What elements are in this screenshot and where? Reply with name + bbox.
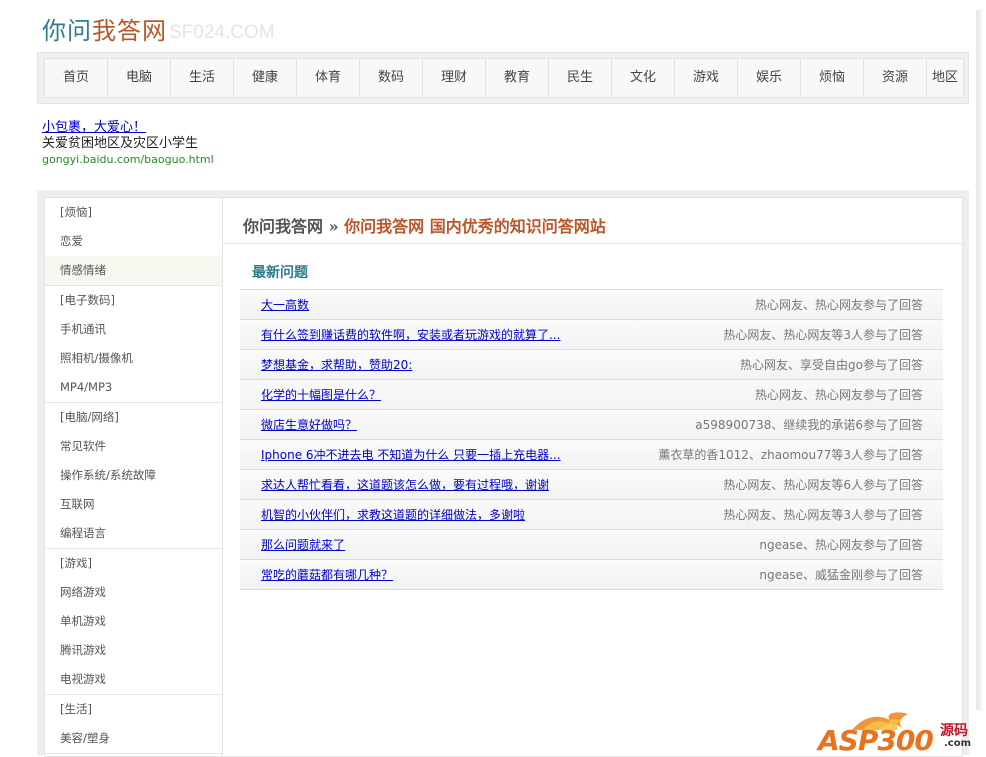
question-title-link[interactable]: 有什么签到赚话费的软件啊，安装或者玩游戏的就算了...: [261, 326, 560, 343]
ad-block: 小包裹，大爱心！ 关爱贫困地区及灾区小学生 gongyi.baidu.com/b…: [42, 120, 214, 168]
question-row: 那么问题就来了 ngease、热心网友参与了回答: [240, 530, 943, 560]
brand-domain-text: .com: [944, 738, 972, 749]
sidebar-group-heading[interactable]: [电脑/网络]: [45, 403, 222, 432]
nav-item[interactable]: 生活: [171, 59, 234, 97]
sidebar-group-heading[interactable]: [游戏]: [45, 549, 222, 578]
nav-item[interactable]: 健康: [234, 59, 297, 97]
nav-item[interactable]: 理财: [423, 59, 486, 97]
main-nav-wrapper: 首页 电脑 生活 健康 体育 数码 理财 教育 民生 文化 游戏 娱乐 烦恼 资源 地区: [37, 52, 969, 104]
nav-item[interactable]: 游戏: [675, 59, 738, 97]
logo-text-part2: 我答网: [92, 17, 167, 45]
ad-title-link[interactable]: 小包裹，大爱心！: [42, 120, 214, 136]
question-title-link[interactable]: 机智的小伙伴们，求教这道题的详细做法，多谢啦: [261, 506, 525, 523]
brand-main-text: ASP300: [818, 724, 934, 757]
question-meta: 热心网友、热心网友参与了回答: [754, 388, 923, 402]
sidebar-group-heading[interactable]: [生活]: [45, 695, 222, 724]
page-frame: 你问 我答网 SF024.COM 首页 电脑 生活 健康 体育 数码 理财 教育 民生 文化 游戏娱…: [0, 0, 986, 757]
question-title-link[interactable]: 微店生意好做吗？: [261, 416, 357, 433]
nav-item[interactable]: 地区: [927, 59, 963, 97]
question-meta: 热心网友、热心网友等3人参与了回答: [723, 328, 923, 342]
question-title-link[interactable]: 大一高数: [261, 296, 309, 313]
sidebar-item[interactable]: 互联网: [45, 490, 222, 519]
question-meta: 热心网友、享受自由go参与了回答: [740, 358, 923, 372]
breadcrumb-divider: [223, 243, 962, 244]
nav-item[interactable]: 文化: [612, 59, 675, 97]
question-row: 大一高数 热心网友、热心网友参与了回答: [240, 290, 943, 320]
sidebar-item[interactable]: 操作系统/系统故障: [45, 461, 222, 490]
question-title-link[interactable]: 梦想基金，求帮助，赞助20:: [261, 356, 412, 373]
frame-shadow: [976, 10, 982, 710]
nav-item[interactable]: 首页: [45, 59, 108, 97]
site-logo[interactable]: 你问 我答网 SF024.COM: [42, 12, 275, 46]
question-meta: ngease、威猛金刚参与了回答: [759, 568, 923, 582]
sidebar-item[interactable]: 美容/塑身: [45, 724, 222, 753]
sidebar-group: [游戏] 网络游戏 单机游戏 腾讯游戏 电视游戏: [45, 549, 222, 695]
breadcrumb-separator: »: [323, 217, 345, 236]
sidebar-group: [电脑/网络] 常见软件 操作系统/系统故障 互联网 编程语言: [45, 403, 222, 549]
content-panel: 你问我答网 » 你问我答网 国内优秀的知识问答网站 最新问题 大一高数热心网友、…: [223, 197, 963, 757]
ad-url[interactable]: gongyi.baidu.com/baoguo.html: [42, 152, 214, 168]
question-row: 机智的小伙伴们，求教这道题的详细做法，多谢啦 热心网友、热心网友等3人参与了回答: [240, 500, 943, 530]
sidebar-item[interactable]: 常见软件: [45, 432, 222, 461]
breadcrumb-current: 你问我答网 国内优秀的知识问答网站: [344, 217, 606, 236]
question-meta: 热心网友、热心网友等3人参与了回答: [723, 508, 923, 522]
question-title-link[interactable]: 那么问题就来了: [261, 536, 345, 553]
sidebar-item[interactable]: 照相机/摄像机: [45, 344, 222, 373]
main-container: [烦恼] 恋爱 情感情绪 [电子数码] 手机通讯 照相机/摄像机 MP4/MP3 [电脑/网络…: [37, 190, 969, 757]
question-meta: ngease、热心网友参与了回答: [759, 538, 923, 552]
sidebar-item[interactable]: MP4/MP3: [45, 373, 222, 402]
nav-item[interactable]: 资源: [864, 59, 927, 97]
question-row: Iphone 6冲不进去电 不知道为什么 只要一插上充电器... 薰衣草的香101…: [240, 440, 943, 470]
question-row: 化学的十幅图是什么？ 热心网友、热心网友参与了回答: [240, 380, 943, 410]
question-row: 有什么签到赚话费的软件啊，安装或者玩游戏的就算了... 热心网友、热心网友等3人参…: [240, 320, 943, 350]
question-row: 梦想基金，求帮助，赞助20: 热心网友、享受自由go参与了回答: [240, 350, 943, 380]
question-title-link[interactable]: Iphone 6冲不进去电 不知道为什么 只要一插上充电器...: [261, 446, 561, 463]
nav-item[interactable]: 民生: [549, 59, 612, 97]
question-list: 大一高数 热心网友、热心网友参与了回答 有什么签到赚话费的软件啊，安装或者玩游戏的就…: [240, 289, 943, 590]
question-row: 微店生意好做吗？ a598900738、继续我的承诺6参与了回答: [240, 410, 943, 440]
sidebar-item[interactable]: 腾讯游戏: [45, 636, 222, 665]
sidebar-item[interactable]: 网络游戏: [45, 578, 222, 607]
breadcrumb: 你问我答网 » 你问我答网 国内优秀的知识问答网站: [243, 213, 943, 237]
question-meta: a598900738、继续我的承诺6参与了回答: [695, 418, 923, 432]
sidebar-item[interactable]: 情感情绪: [45, 256, 222, 285]
question-meta: 薰衣草的香1012、zhaomou77等3人参与了回答: [658, 448, 923, 462]
sidebar-group-heading[interactable]: [电子数码]: [45, 286, 222, 315]
question-title-link[interactable]: 常吃的蘑菇都有哪几种？: [261, 566, 393, 583]
ad-description: 关爱贫困地区及灾区小学生: [42, 136, 199, 151]
nav-item[interactable]: 数码: [360, 59, 423, 97]
brand-side-text: 源码: [940, 723, 968, 739]
asp300-logo: ASP300 源码 .com: [812, 710, 982, 757]
section-title: 最新问题: [252, 265, 308, 281]
sidebar-group: [电子数码] 手机通讯 照相机/摄像机 MP4/MP3: [45, 286, 222, 403]
nav-item[interactable]: 电脑: [108, 59, 171, 97]
sidebar-item[interactable]: 电视游戏: [45, 665, 222, 694]
nav-item[interactable]: 教育: [486, 59, 549, 97]
sidebar-item[interactable]: 恋爱: [45, 227, 222, 256]
sidebar-group: [生活] 美容/塑身: [45, 695, 222, 754]
main-nav: 首页 电脑 生活 健康 体育 数码 理财 教育 民生 文化 游戏 娱乐 烦恼 资源 地区: [44, 58, 964, 98]
breadcrumb-home-link[interactable]: 你问我答网: [243, 217, 323, 236]
nav-item[interactable]: 烦恼: [801, 59, 864, 97]
sidebar-item[interactable]: 单机游戏: [45, 607, 222, 636]
sidebar-group-heading[interactable]: [烦恼]: [45, 198, 222, 227]
sidebar-item[interactable]: 手机通讯: [45, 315, 222, 344]
nav-item[interactable]: 娱乐: [738, 59, 801, 97]
question-title-link[interactable]: 求达人帮忙看看，这道题该怎么做，要有过程哦，谢谢: [261, 476, 549, 493]
logo-text-part1: 你问: [42, 17, 92, 45]
logo-watermark: SF024.COM: [169, 22, 275, 43]
question-meta: 热心网友、热心网友等6人参与了回答: [723, 478, 923, 492]
sidebar-group: [烦恼] 恋爱 情感情绪: [45, 198, 222, 286]
question-row: 求达人帮忙看看，这道题该怎么做，要有过程哦，谢谢 热心网友、热心网友等6人参与了回…: [240, 470, 943, 500]
question-title-link[interactable]: 化学的十幅图是什么？: [261, 386, 381, 403]
sidebar-item[interactable]: 编程语言: [45, 519, 222, 548]
question-row: 常吃的蘑菇都有哪几种？ ngease、威猛金刚参与了回答: [240, 560, 943, 590]
question-meta: 热心网友、热心网友参与了回答: [754, 298, 923, 312]
category-sidebar: [烦恼] 恋爱 情感情绪 [电子数码] 手机通讯 照相机/摄像机 MP4/MP3 [电脑/网络…: [44, 197, 223, 757]
nav-item[interactable]: 体育: [297, 59, 360, 97]
